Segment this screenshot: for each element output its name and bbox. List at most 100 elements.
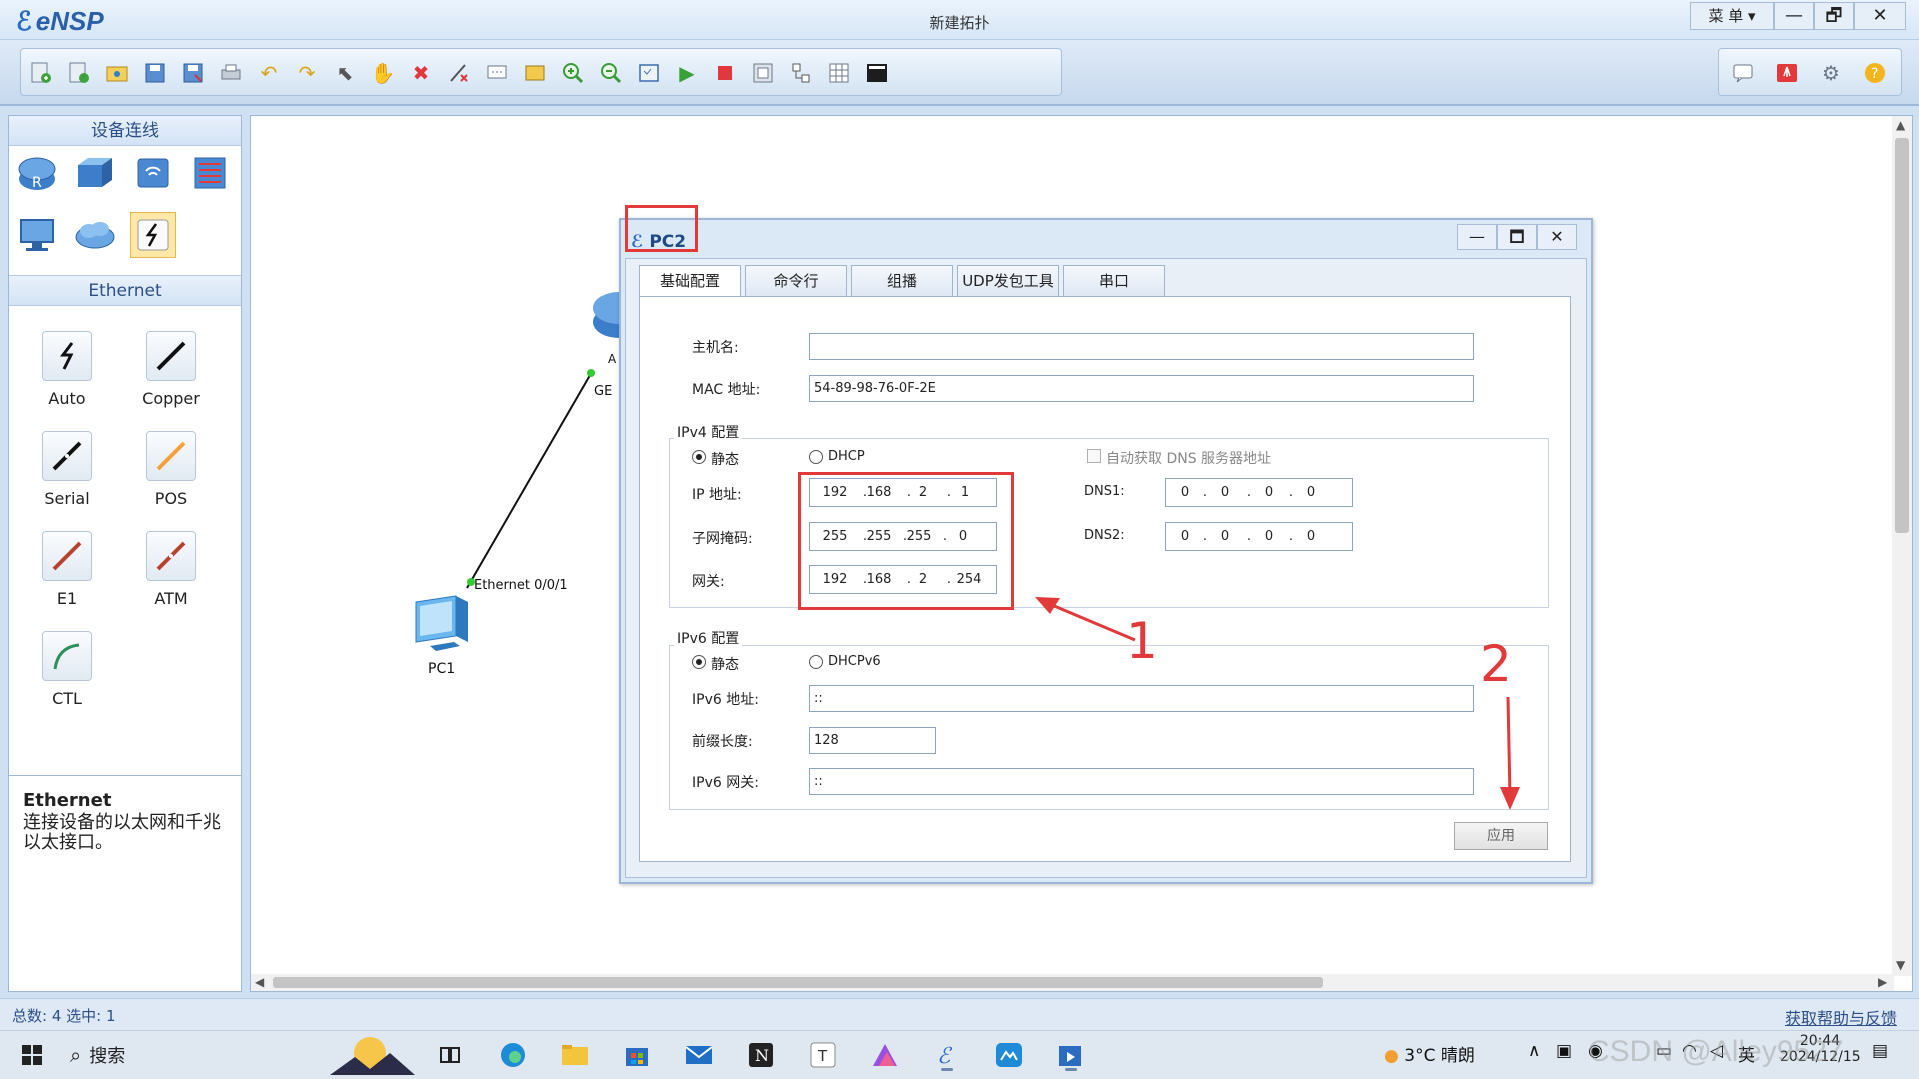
palette-icon[interactable] [521, 59, 549, 87]
save-icon[interactable] [141, 59, 169, 87]
delete-link-icon[interactable] [445, 59, 473, 87]
mail-icon[interactable] [679, 1037, 719, 1073]
restore-button[interactable]: 🗗 [1814, 2, 1854, 30]
tab-command-line[interactable]: 命令行 [745, 265, 847, 297]
cable-auto-label: Auto [48, 389, 86, 408]
search-highlight-image[interactable] [320, 1037, 420, 1075]
tab-udp-tool[interactable]: UDP发包工具 [957, 265, 1059, 297]
notification-icon[interactable]: ▤ [1872, 1041, 1888, 1061]
tab-serial[interactable]: 串口 [1063, 265, 1165, 297]
scroll-up-arrow[interactable]: ▲ [1896, 118, 1905, 132]
weather-widget[interactable]: ● 3°C 晴朗 [1384, 1041, 1475, 1066]
file-explorer-icon[interactable] [555, 1037, 595, 1073]
ipv4-static-label: 静态 [711, 452, 739, 468]
affinity-icon[interactable] [865, 1037, 905, 1073]
menu-button[interactable]: 菜 单 ▾ [1690, 2, 1774, 30]
pc1-device-icon[interactable] [408, 594, 478, 658]
router-category-icon[interactable]: R [14, 150, 60, 196]
typora-icon[interactable]: T [803, 1037, 843, 1073]
mac-address-field[interactable]: 54-89-98-76-0F-2E [809, 375, 1474, 402]
new-topology-icon[interactable] [27, 59, 55, 87]
minimize-button[interactable]: — [1774, 2, 1814, 30]
dialog-minimize-button[interactable]: — [1457, 224, 1497, 250]
ipv4-dhcp-radio[interactable] [809, 450, 823, 464]
cable-auto[interactable]: Auto [22, 331, 112, 408]
start-device-icon[interactable]: ▶ [673, 59, 701, 87]
switch-category-icon[interactable] [72, 150, 118, 196]
ipv6-address-input[interactable]: :: [809, 685, 1474, 712]
cable-serial[interactable]: Serial [22, 431, 112, 508]
taskbar-search[interactable]: ⌕ 搜索 [70, 1037, 160, 1073]
horizontal-scrollbar[interactable]: ◀ ▶ [251, 974, 1894, 991]
tab-basic-config[interactable]: 基础配置 [639, 265, 741, 297]
cable-category-icon[interactable] [130, 212, 176, 258]
edge-browser-icon[interactable] [493, 1037, 533, 1073]
huawei-logo-icon[interactable] [1773, 59, 1801, 87]
undo-icon[interactable]: ↶ [255, 59, 283, 87]
ms-store-icon[interactable] [617, 1037, 657, 1073]
task-view-icon[interactable] [430, 1037, 470, 1073]
wireless-category-icon[interactable] [130, 150, 176, 196]
feishu-icon[interactable] [989, 1037, 1029, 1073]
svg-text:ℰ: ℰ [937, 1044, 953, 1069]
dialog-close-button[interactable]: ✕ [1537, 224, 1577, 250]
vertical-scroll-thumb[interactable] [1895, 138, 1909, 533]
horizontal-scroll-thumb[interactable] [273, 977, 1323, 988]
delete-icon[interactable]: ✖ [407, 59, 435, 87]
zoom-in-icon[interactable] [559, 59, 587, 87]
save-as-icon[interactable] [179, 59, 207, 87]
text-note-icon[interactable] [483, 59, 511, 87]
stop-device-icon[interactable] [711, 59, 739, 87]
ensp-taskbar-icon[interactable]: ℰ [927, 1037, 967, 1073]
apply-button[interactable]: 应用 [1454, 822, 1548, 850]
dhcpv6-radio[interactable] [809, 655, 823, 669]
select-pointer-icon[interactable]: ⬉ [331, 59, 359, 87]
vertical-scrollbar[interactable]: ▲ ▼ [1892, 116, 1912, 976]
pc1-router-link[interactable] [466, 369, 594, 589]
ipv6-gateway-input[interactable]: :: [809, 768, 1474, 795]
router-device-icon[interactable] [591, 286, 621, 342]
ipv6-static-radio[interactable] [692, 655, 706, 669]
capture-icon[interactable] [749, 59, 777, 87]
hostname-input[interactable] [809, 333, 1474, 360]
auto-dns-checkbox[interactable] [1087, 449, 1101, 463]
firewall-category-icon[interactable] [187, 150, 233, 196]
dns2-input[interactable]: 0. 0. 0. 0 [1165, 522, 1353, 551]
close-button[interactable]: ✕ [1854, 2, 1906, 30]
terminal-icon[interactable] [863, 59, 891, 87]
scroll-right-arrow[interactable]: ▶ [1878, 975, 1887, 989]
pc-category-icon[interactable] [14, 212, 60, 258]
copper-cable-icon [146, 331, 196, 381]
open-icon[interactable] [103, 59, 131, 87]
cable-copper[interactable]: Copper [126, 331, 216, 408]
fit-view-icon[interactable] [635, 59, 663, 87]
settings-gear-icon[interactable]: ⚙ [1817, 59, 1845, 87]
chat-icon[interactable] [1729, 59, 1757, 87]
topology-icon[interactable] [787, 59, 815, 87]
windows-start-icon[interactable] [14, 1037, 50, 1073]
scroll-down-arrow[interactable]: ▼ [1896, 958, 1905, 972]
notion-icon[interactable]: N [741, 1037, 781, 1073]
help-icon[interactable]: ? [1861, 59, 1889, 87]
ipv4-static-radio[interactable] [692, 450, 706, 464]
vbox-icon[interactable] [1051, 1037, 1091, 1073]
help-feedback-link[interactable]: 获取帮助与反馈 [1785, 1005, 1897, 1029]
scroll-left-arrow[interactable]: ◀ [255, 975, 264, 989]
grid-icon[interactable] [825, 59, 853, 87]
dns1-input[interactable]: 0. 0. 0. 0 [1165, 478, 1353, 507]
cable-e1[interactable]: E1 [22, 531, 112, 608]
hand-pan-icon[interactable]: ✋ [369, 59, 397, 87]
cable-pos[interactable]: POS [126, 431, 216, 508]
zoom-out-icon[interactable] [597, 59, 625, 87]
new-lab-icon[interactable] [65, 59, 93, 87]
tray-overflow-icon[interactable]: ∧ [1528, 1041, 1540, 1061]
redo-icon[interactable]: ↷ [293, 59, 321, 87]
prefix-length-input[interactable]: 128 [809, 727, 936, 754]
tab-multicast[interactable]: 组播 [851, 265, 953, 297]
cable-ctl[interactable]: CTL [22, 631, 112, 708]
cloud-category-icon[interactable] [72, 212, 118, 258]
dialog-restore-button[interactable]: 🗖 [1497, 224, 1537, 250]
cable-atm[interactable]: ATM [126, 531, 216, 608]
tray-app-icon-1[interactable]: ▣ [1556, 1041, 1572, 1061]
print-icon[interactable] [217, 59, 245, 87]
